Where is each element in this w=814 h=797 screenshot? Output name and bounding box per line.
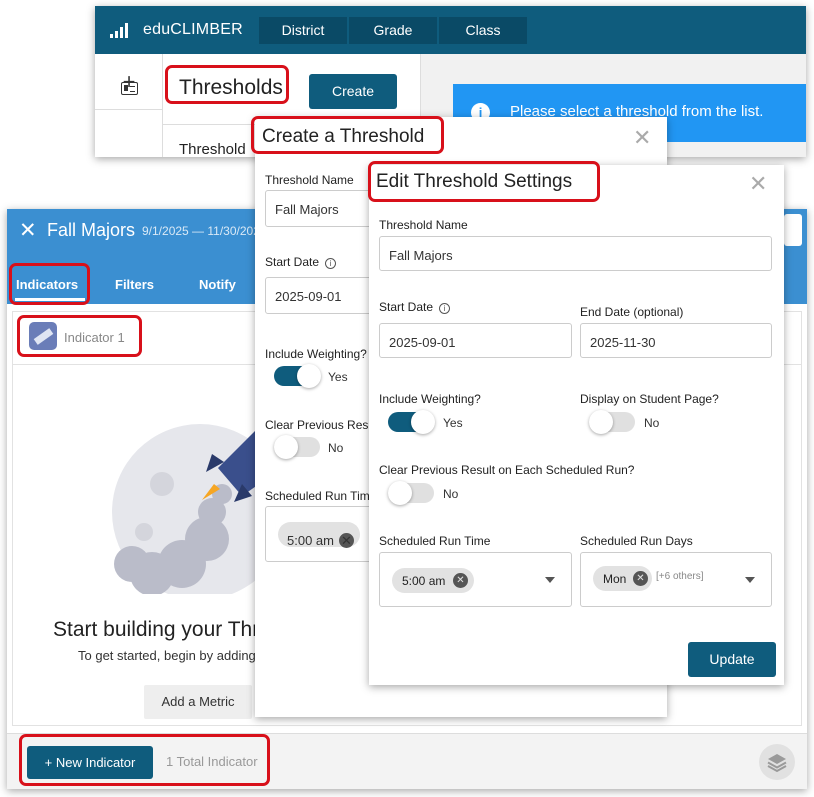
header-action-button[interactable] <box>784 214 802 246</box>
run-time-chip: 5:00 am ✕ <box>392 568 474 593</box>
layers-icon[interactable] <box>759 744 795 780</box>
highlight-footer <box>19 734 270 786</box>
remove-chip-icon[interactable]: ✕ <box>339 533 354 548</box>
chevron-down-icon[interactable] <box>745 577 755 583</box>
weighting-toggle[interactable] <box>388 410 435 434</box>
run-days-more-count: [+6 others] <box>656 571 704 582</box>
create-button[interactable]: Create <box>309 74 397 109</box>
clear-previous-label: Clear Previous Result on Each Scheduled … <box>379 463 635 477</box>
close-icon[interactable]: ✕ <box>633 125 651 151</box>
info-icon: i <box>439 303 451 314</box>
highlight-edit-title <box>368 161 600 202</box>
end-date-input[interactable]: 2025-11-30 <box>580 323 772 358</box>
start-date-label: Start Date i <box>265 255 337 269</box>
threshold-name-label: Threshold Name <box>379 218 468 232</box>
scheduled-run-time-label: Scheduled Run Time <box>379 534 491 548</box>
info-icon: i <box>325 258 337 269</box>
highlight-create-title <box>251 116 444 154</box>
student-page-state: No <box>644 416 660 430</box>
brand-name: eduCLIMBER <box>143 21 243 38</box>
nav-tab-district[interactable]: District <box>259 17 347 44</box>
add-metric-button[interactable]: Add a Metric <box>144 685 252 719</box>
tab-notify[interactable]: Notify <box>199 277 236 292</box>
run-time-chip: 5:00 am ✕ <box>278 522 360 548</box>
scheduled-run-time-label: Scheduled Run Time <box>265 489 377 503</box>
clear-previous-state: No <box>328 441 344 455</box>
student-page-toggle[interactable] <box>589 410 635 434</box>
clear-previous-state: No <box>443 487 459 501</box>
id-card-icon[interactable] <box>121 82 138 95</box>
weighting-toggle[interactable] <box>274 364 321 388</box>
threshold-date-range: 9/1/2025 — 11/30/2025 <box>142 224 267 238</box>
start-date-label: Start Date i <box>379 300 451 314</box>
side-rail: + <box>95 54 163 157</box>
start-date-input[interactable]: 2025-09-01 <box>379 323 572 358</box>
end-date-label: End Date (optional) <box>580 305 684 319</box>
display-student-page-label: Display on Student Page? <box>580 392 719 406</box>
top-navbar: eduCLIMBER District Grade Class <box>95 6 806 54</box>
highlight-thresholds <box>165 65 289 104</box>
edit-threshold-dialog: Edit Threshold Settings ✕ Threshold Name… <box>369 165 784 685</box>
educlimber-logo-icon <box>110 23 132 38</box>
weighting-state: Yes <box>443 416 463 430</box>
threshold-name-label: Threshold Name <box>265 173 354 187</box>
highlight-indicators-tab <box>9 263 90 305</box>
run-day-chip: Mon ✕ <box>593 566 652 591</box>
tab-filters[interactable]: Filters <box>115 277 154 292</box>
chevron-down-icon[interactable] <box>545 577 555 583</box>
close-icon[interactable]: ✕ <box>749 171 767 197</box>
update-button[interactable]: Update <box>688 642 776 677</box>
scheduled-run-time-select[interactable]: 5:00 am ✕ <box>379 552 572 607</box>
threshold-name-input[interactable]: Fall Majors <box>379 236 772 271</box>
nav-tab-grade[interactable]: Grade <box>349 17 437 44</box>
clear-previous-toggle[interactable] <box>388 481 434 505</box>
include-weighting-label: Include Weighting? <box>379 392 481 406</box>
threshold-list-item[interactable]: Threshold <box>179 141 246 157</box>
nav-tab-class[interactable]: Class <box>439 17 527 44</box>
remove-chip-icon[interactable]: ✕ <box>633 571 648 586</box>
clear-previous-toggle[interactable] <box>274 435 320 459</box>
highlight-indicator-1 <box>17 315 142 357</box>
include-weighting-label: Include Weighting? <box>265 347 367 361</box>
weighting-state: Yes <box>328 370 348 384</box>
close-icon[interactable]: ✕ <box>19 218 37 243</box>
scheduled-run-days-label: Scheduled Run Days <box>580 534 693 548</box>
remove-chip-icon[interactable]: ✕ <box>453 573 468 588</box>
threshold-title: Fall Majors <box>47 220 136 240</box>
